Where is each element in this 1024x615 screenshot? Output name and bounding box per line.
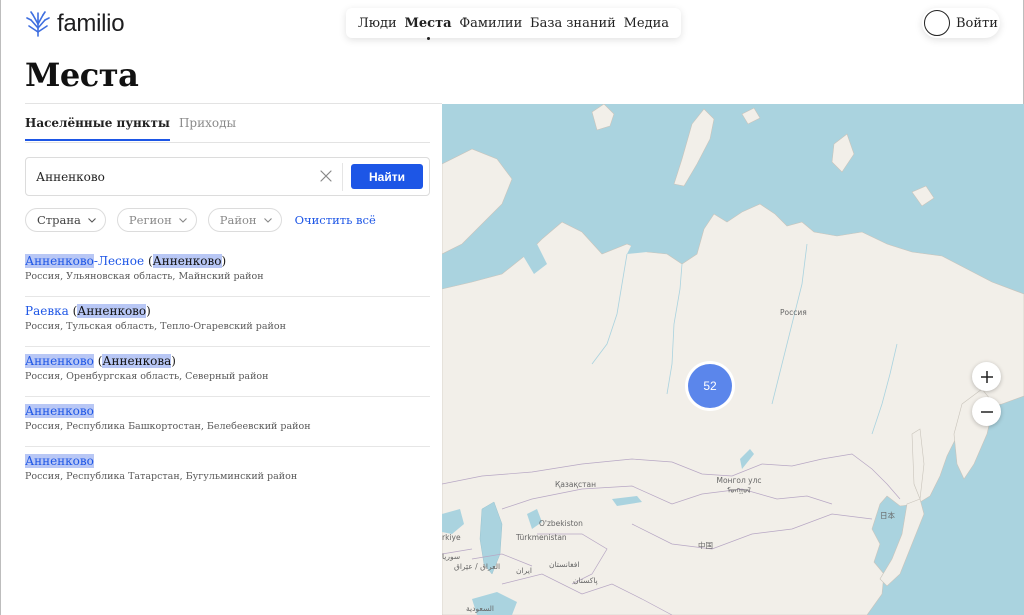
search-separator [342, 163, 343, 191]
region-filter[interactable]: Регион [116, 208, 197, 232]
result-alt-name: (Анненково) [72, 304, 151, 318]
zoom-out-button[interactable] [972, 397, 1001, 426]
list-item[interactable]: Анненково-Лесное (Анненково) Россия, Уль… [25, 247, 430, 297]
familio-logo[interactable]: familio [25, 10, 125, 38]
nav-places[interactable]: Места [405, 16, 452, 40]
result-alt-match: Анненково [152, 254, 222, 268]
map-label-pakistan: پاکستان [573, 576, 598, 585]
minus-icon [980, 410, 993, 413]
result-title: Анненково-Лесное (Анненково) [25, 253, 430, 269]
map-label-uzbekistan: O'zbekiston [539, 519, 583, 528]
map-label-japan: 日本 [880, 511, 895, 520]
map-label-kazakhstan: Қазақстан [555, 480, 597, 489]
nav-people[interactable]: Люди [358, 16, 397, 31]
result-location: Россия, Республика Башкортостан, Белебее… [25, 421, 311, 432]
tree-logo-icon [26, 11, 50, 37]
search-input[interactable] [36, 169, 306, 184]
list-item[interactable]: Анненково Россия, Республика Башкортоста… [25, 397, 430, 447]
list-item[interactable]: Анненково Россия, Республика Татарстан, … [25, 447, 430, 497]
chevron-down-icon [88, 218, 96, 223]
result-name-match: Анненково [25, 354, 94, 368]
login-button[interactable]: Войти [922, 8, 1000, 38]
map-label-afghanistan: افغانستان [549, 560, 580, 569]
browser-frame: familio Люди Места Фамилии База знаний М… [0, 0, 1024, 615]
place-type-tabs: Населённые пункты Приходы [25, 116, 236, 141]
filters-row: Страна Регион Район Очистить всё [25, 208, 376, 232]
result-alt-name: (Анненково) [147, 254, 227, 268]
title-divider [25, 103, 442, 104]
tab-settlements[interactable]: Населённые пункты [25, 116, 170, 141]
clear-search-icon[interactable] [318, 168, 334, 184]
result-title: Анненково (Анненкова) [25, 353, 430, 369]
tabs-divider [25, 142, 430, 143]
map-label-turkey: rkiye [442, 533, 461, 542]
nav-media[interactable]: Медиа [624, 16, 669, 31]
map-label-russia: Россия [780, 308, 807, 317]
result-alt-match: Анненкова [102, 354, 172, 368]
region-filter-label: Регион [128, 213, 172, 227]
map-label-syria: سوريا [442, 552, 461, 561]
results-list: Анненково-Лесное (Анненково) Россия, Уль… [25, 247, 430, 497]
map-label-saudi: السعودية [466, 604, 495, 613]
nav-knowledge-base[interactable]: База знаний [530, 16, 616, 31]
country-filter[interactable]: Страна [25, 208, 106, 232]
result-name-rest: -Лесное [93, 254, 145, 268]
map-label-iraq: العراق / عێراق [454, 562, 501, 571]
map-label-mongolia: Монгол улс ᠮᠣᠩᠭᠣᠯ [716, 476, 762, 495]
search-box: Найти [25, 157, 430, 196]
result-location: Россия, Оренбургская область, Северный р… [25, 371, 269, 382]
chevron-down-icon [263, 218, 272, 223]
result-title: Анненково [25, 453, 430, 469]
map-label-china: 中国 [698, 541, 713, 550]
page-title: Места [25, 56, 139, 94]
plus-icon [980, 370, 993, 383]
map-label-iran: ایران [516, 566, 532, 575]
login-label: Войти [956, 15, 998, 31]
result-location: Россия, Ульяновская область, Майнский ра… [25, 271, 264, 282]
result-location: Россия, Тульская область, Тепло-Огаревск… [25, 321, 286, 332]
district-filter-label: Район [219, 213, 257, 227]
result-alt-name: (Анненкова) [97, 354, 176, 368]
result-location: Россия, Республика Татарстан, Бугульминс… [25, 471, 298, 482]
map-label-turkmenistan: Türkmenistan [516, 533, 567, 542]
brand-name: familio [57, 10, 125, 37]
result-title: Анненково [25, 403, 430, 419]
clear-all-link[interactable]: Очистить всё [295, 213, 376, 227]
map-cluster-marker[interactable]: 52 [685, 361, 735, 411]
map-view[interactable]: Россия Қазақстан Монгол улс ᠮᠣᠩᠭᠣᠯ O'zbe… [442, 104, 1024, 615]
tab-parishes[interactable]: Приходы [179, 116, 236, 141]
result-alt-match: Анненково [77, 304, 147, 318]
district-filter[interactable]: Район [207, 208, 282, 232]
list-item[interactable]: Анненково (Анненкова) Россия, Оренбургск… [25, 347, 430, 397]
result-name-match: Анненково [25, 254, 94, 268]
result-name-match: Анненково [25, 454, 94, 468]
find-button[interactable]: Найти [351, 164, 423, 189]
result-name-rest: Раевка [25, 304, 69, 318]
cluster-count: 52 [688, 364, 732, 408]
chevron-down-icon [178, 218, 187, 223]
country-filter-label: Страна [37, 213, 81, 227]
zoom-in-button[interactable] [972, 362, 1001, 391]
nav-surnames[interactable]: Фамилии [459, 16, 522, 31]
result-name-match: Анненково [25, 404, 94, 418]
result-title: Раевка (Анненково) [25, 303, 430, 319]
main-nav: Люди Места Фамилии База знаний Медиа [346, 8, 681, 40]
avatar-circle-icon [924, 10, 950, 36]
list-item[interactable]: Раевка (Анненково) Россия, Тульская обла… [25, 297, 430, 347]
